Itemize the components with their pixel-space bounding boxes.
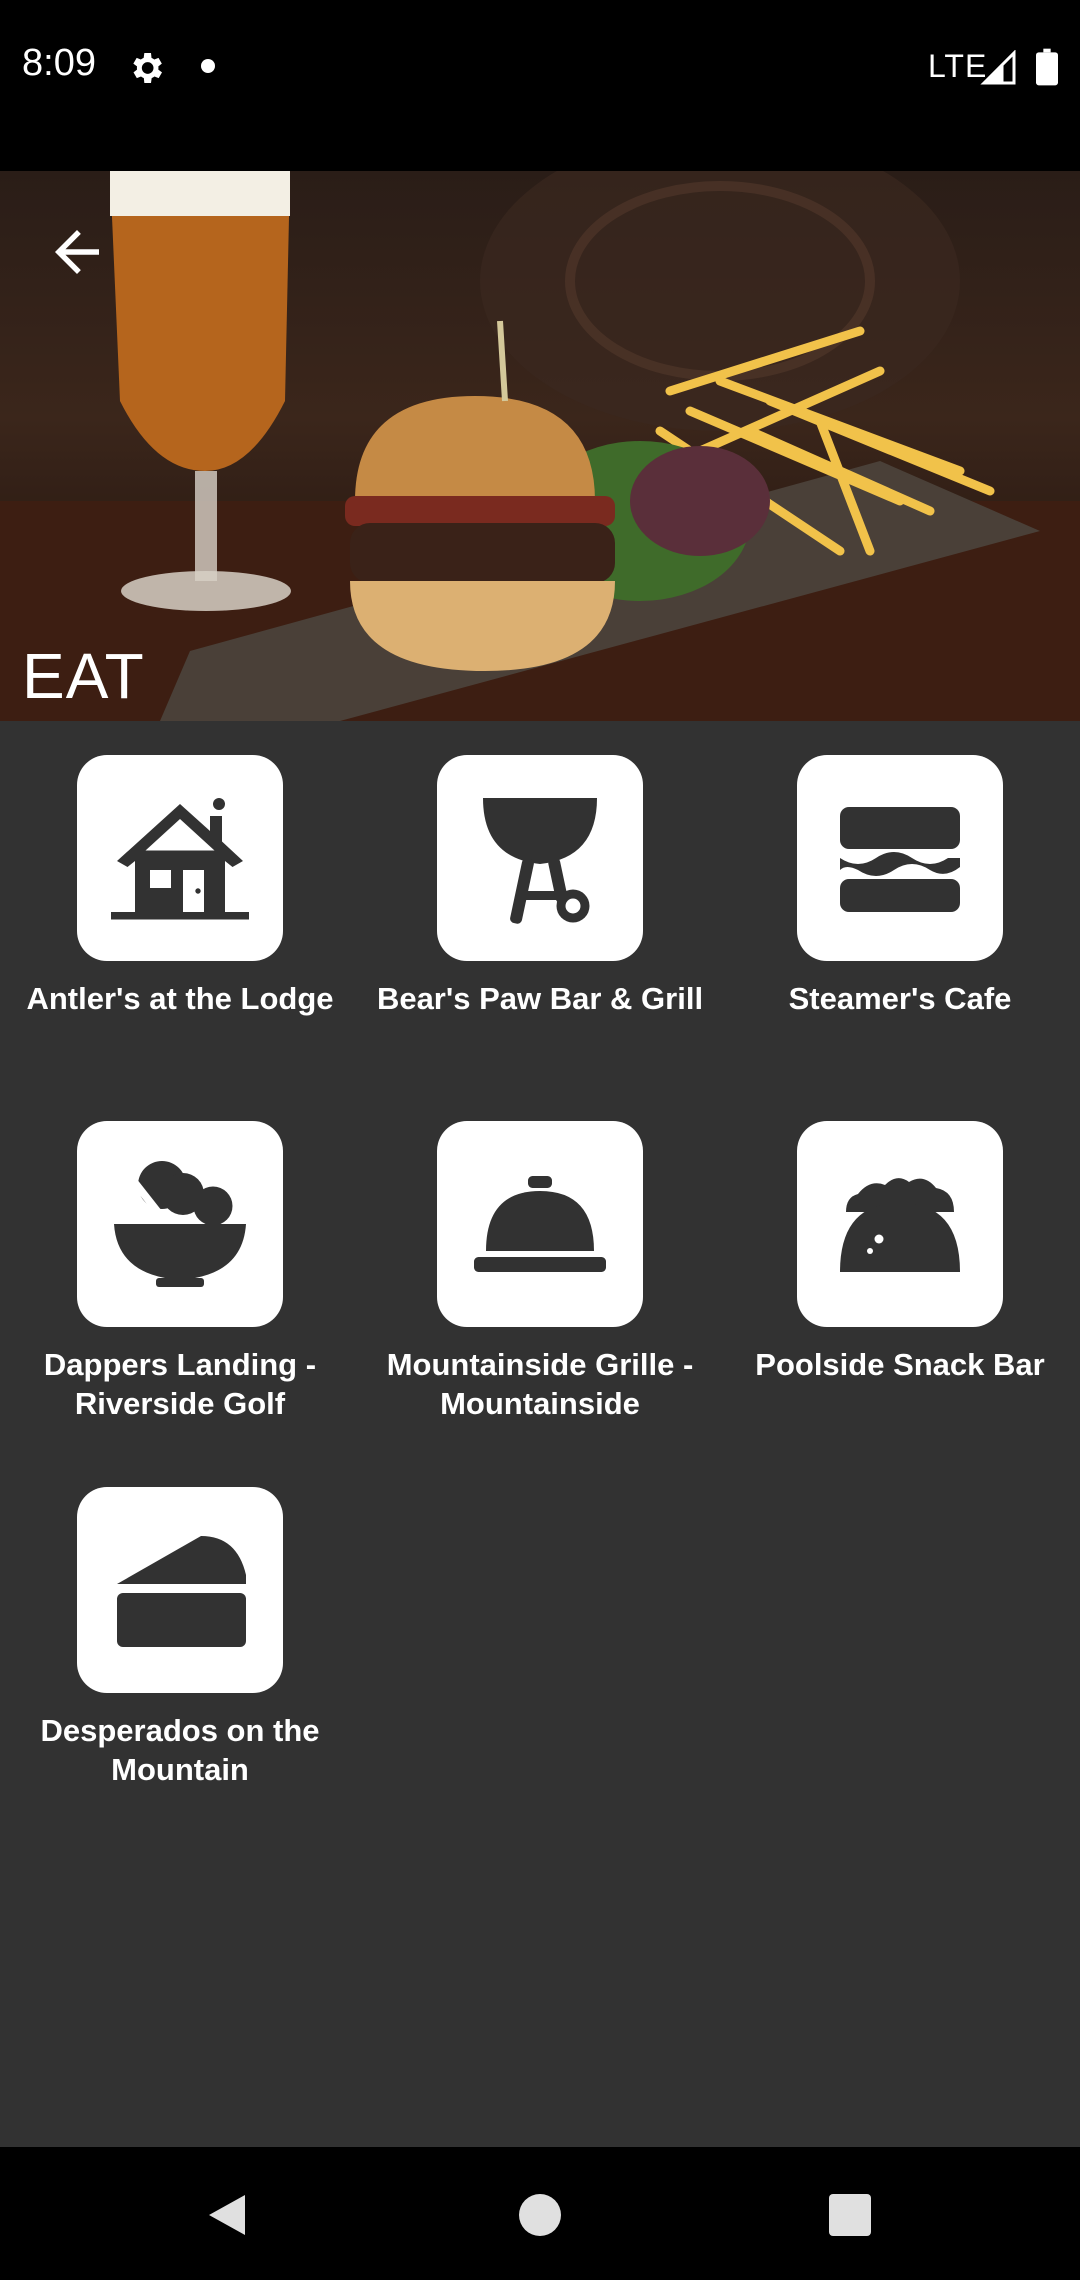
hero-banner: EAT xyxy=(0,171,1080,721)
venue-tile-poolside[interactable]: Poolside Snack Bar xyxy=(720,1121,1080,1384)
venue-icon-tile[interactable] xyxy=(437,1121,643,1327)
arrow-left-icon[interactable] xyxy=(44,219,110,285)
status-bar: 8:09 LTE xyxy=(0,0,1080,171)
status-time: 8:09 xyxy=(22,42,96,84)
venue-label: Steamer's Cafe xyxy=(788,981,1012,1016)
battery-icon xyxy=(1036,48,1058,86)
lodge-house-icon xyxy=(111,798,249,920)
venue-label: Poolside Snack Bar xyxy=(755,1347,1045,1382)
venue-icon-tile[interactable] xyxy=(797,755,1003,961)
venue-label: Antler's at the Lodge xyxy=(26,981,334,1016)
nav-recent-icon[interactable] xyxy=(829,2194,871,2236)
notification-dot-icon xyxy=(201,59,215,73)
pie-slice-icon xyxy=(117,1536,246,1647)
gear-icon xyxy=(133,53,162,83)
system-nav-bar xyxy=(0,2147,1080,2280)
cloche-icon xyxy=(474,1176,606,1272)
nav-back-icon[interactable] xyxy=(205,2191,249,2239)
bbq-grill-icon xyxy=(483,798,597,924)
venue-icon-tile[interactable] xyxy=(797,1121,1003,1327)
page-title: EAT xyxy=(22,640,145,712)
venue-label: Desperados on the Mountain xyxy=(40,1713,320,1787)
burger-fries-beer-photo xyxy=(0,171,1080,721)
signal-icon xyxy=(980,50,1016,85)
venue-tile-dappers[interactable]: Dappers Landing - Riverside Golf xyxy=(0,1121,360,1423)
taco-icon xyxy=(840,1178,960,1272)
venue-tile-antlers[interactable]: Antler's at the Lodge xyxy=(0,755,360,1018)
nav-home-icon[interactable] xyxy=(519,2194,561,2236)
venue-tile-bears-paw[interactable]: Bear's Paw Bar & Grill xyxy=(360,755,720,1018)
venue-icon-tile[interactable] xyxy=(437,755,643,961)
venue-label: Dappers Landing - Riverside Golf xyxy=(43,1347,317,1421)
salad-bowl-icon xyxy=(114,1161,246,1287)
venue-icon-tile[interactable] xyxy=(77,755,283,961)
venue-tile-mountainside[interactable]: Mountainside Grille - Mountainside xyxy=(360,1121,720,1423)
venue-icon-tile[interactable] xyxy=(77,1121,283,1327)
network-label: LTE xyxy=(928,48,988,84)
venue-label: Mountainside Grille - Mountainside xyxy=(386,1347,694,1421)
venue-icon-tile[interactable] xyxy=(77,1487,283,1693)
venue-tile-steamers[interactable]: Steamer's Cafe xyxy=(720,755,1080,1018)
venue-label: Bear's Paw Bar & Grill xyxy=(376,981,704,1016)
venue-tile-desperados[interactable]: Desperados on the Mountain xyxy=(0,1487,360,1789)
burger-icon xyxy=(840,807,960,912)
